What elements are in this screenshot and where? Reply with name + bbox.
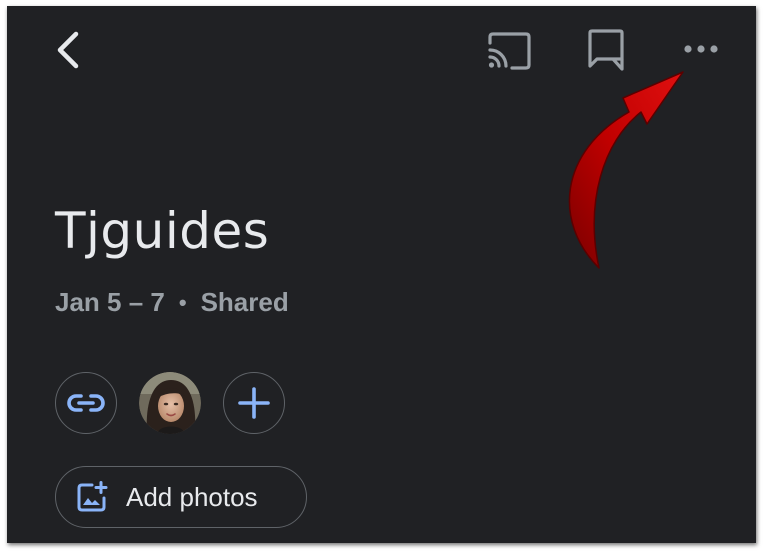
- app-screen: Tjguides Jan 5 – 7 • Shared Add photos: [7, 6, 756, 543]
- annotation-arrow: [568, 71, 684, 269]
- cast-button[interactable]: [483, 28, 535, 74]
- add-person-button[interactable]: [223, 372, 285, 434]
- comment-button[interactable]: [581, 24, 631, 76]
- add-person-icon: [238, 387, 270, 419]
- date-range: Jan 5 – 7: [55, 287, 165, 317]
- meta-separator: •: [178, 289, 187, 315]
- avatar-photo: [139, 372, 201, 434]
- add-photos-label: Add photos: [126, 481, 258, 512]
- arrow-back-icon: [57, 31, 79, 69]
- shared-status: Shared: [200, 287, 289, 317]
- cast-icon: [488, 32, 531, 70]
- more-horizontal-icon: [684, 45, 718, 53]
- add-photo-icon: [77, 481, 108, 512]
- album-meta: Jan 5 – 7 • Shared: [55, 287, 289, 318]
- share-link-button[interactable]: [55, 372, 117, 434]
- link-icon: [67, 394, 105, 412]
- add-photos-button[interactable]: Add photos: [55, 466, 307, 528]
- user-avatar[interactable]: [139, 372, 201, 434]
- album-title[interactable]: Tjguides: [55, 202, 269, 260]
- back-button[interactable]: [45, 24, 89, 76]
- more-options-button[interactable]: [679, 34, 723, 64]
- comment-icon: [588, 29, 624, 71]
